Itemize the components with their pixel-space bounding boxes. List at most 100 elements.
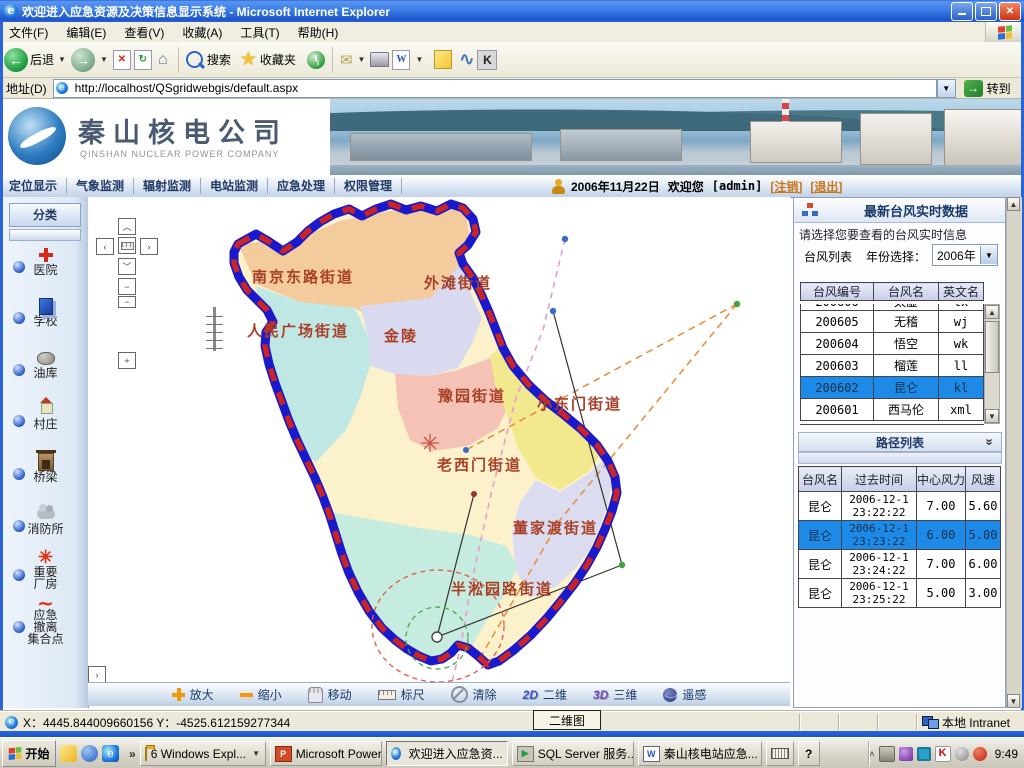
quicklaunch-outlook-icon[interactable] — [81, 745, 98, 762]
refresh-button[interactable]: ↻ — [134, 50, 152, 70]
mail-dropdown-icon[interactable]: ▼ — [358, 55, 366, 64]
typhoon-row[interactable]: 200605 无稽 wj — [801, 311, 984, 333]
start-button[interactable]: 开始 — [2, 740, 56, 767]
capture-tool-button[interactable]: ∿ — [459, 49, 474, 70]
typhoon-table-scrollbar[interactable]: ▲ ▼ — [984, 304, 1000, 424]
typhoon-row[interactable]: 200604 悟空 wk — [801, 333, 984, 355]
tab-locate[interactable]: 定位显示 — [0, 178, 67, 194]
pan-left-button[interactable]: ‹ — [96, 238, 114, 255]
view-2d-tool[interactable]: 2D二维 — [523, 686, 567, 703]
path-list-header[interactable]: 路径列表 » — [798, 432, 1002, 452]
zoom-slider-handle[interactable]: − — [118, 296, 136, 308]
page-scrollbar[interactable]: ▲ ▼ — [1006, 197, 1022, 708]
history-button[interactable] — [307, 51, 325, 69]
sidebar-item-bridge[interactable]: 桥梁 — [3, 453, 88, 483]
task-sql-server[interactable]: ▶ SQL Server 服务... — [512, 741, 634, 766]
zoom-out-tool[interactable]: 缩小 — [240, 686, 282, 703]
word-dropdown-icon[interactable]: ▼ — [415, 55, 423, 64]
back-button[interactable]: ← 后退 ▼ — [4, 48, 68, 72]
scroll-thumb[interactable] — [985, 321, 999, 373]
forward-dropdown-icon[interactable]: ▼ — [100, 55, 108, 64]
task-powerpoint[interactable]: P Microsoft PowerP... — [270, 741, 382, 766]
logout-link[interactable]: [注销] — [770, 178, 802, 195]
quicklaunch-pencil-icon[interactable] — [60, 745, 77, 762]
path-row[interactable]: 昆仑2006-12-1 23:24:22 7.006.00 — [799, 550, 1001, 579]
tray-antivirus-icon[interactable]: K — [935, 746, 951, 762]
home-button[interactable]: ⌂ — [155, 51, 171, 69]
pan-tool[interactable]: 移动 — [308, 686, 352, 703]
tray-volume-icon[interactable] — [955, 747, 969, 761]
page-scroll-down-icon[interactable]: ▼ — [1007, 694, 1020, 708]
map-viewport[interactable]: 南京东路街道 外滩街道 人民广场街道 金陵 豫园街道 小东门街道 老西门街道 董… — [88, 197, 790, 682]
zoom-in-tool[interactable]: 放大 — [172, 686, 214, 703]
tray-ati-icon[interactable] — [973, 747, 987, 761]
search-button[interactable]: 搜索 — [186, 51, 231, 68]
go-label[interactable]: 转到 — [987, 80, 1011, 97]
zoom-out-step-button[interactable]: − — [118, 278, 136, 295]
quicklaunch-overflow-icon[interactable]: » — [129, 747, 136, 761]
menu-help[interactable]: 帮助(H) — [289, 24, 348, 41]
pan-down-button[interactable]: ﹀ — [118, 258, 136, 275]
year-select[interactable]: 2006年 ▼ — [932, 244, 998, 266]
k-tool-button[interactable]: K — [477, 50, 497, 70]
menu-edit[interactable]: 编辑(E) — [57, 24, 115, 41]
sidebar-item-evacuation-point[interactable]: ∼ 应急 撤离 集合点 — [3, 597, 88, 645]
forward-button[interactable]: → — [71, 48, 95, 72]
year-dropdown-icon[interactable]: ▼ — [980, 246, 997, 264]
typhoon-row[interactable]: 200603 榴莲 ll — [801, 355, 984, 377]
ruler-tool[interactable]: 标尺 — [378, 686, 425, 703]
tab-permission[interactable]: 权限管理 — [335, 178, 402, 194]
pan-right-button[interactable]: › — [140, 238, 158, 255]
sidebar-expand-button[interactable]: › — [88, 666, 106, 682]
tray-grid-icon[interactable] — [917, 747, 931, 761]
restore-button[interactable] — [975, 2, 997, 21]
address-dropdown-button[interactable]: ▼ — [937, 79, 956, 98]
collapse-chevron-icon[interactable]: » — [984, 438, 994, 445]
back-dropdown-icon[interactable]: ▼ — [58, 55, 66, 64]
zoom-in-step-button[interactable]: + — [118, 352, 136, 369]
map-center-button[interactable] — [118, 237, 136, 254]
path-row[interactable]: 昆仑2006-12-1 23:22:22 7.005.60 — [799, 492, 1001, 521]
tray-chevron-icon[interactable]: ˄ — [869, 749, 874, 759]
quicklaunch-ie-icon[interactable]: e — [102, 745, 119, 762]
sidebar-item-hospital[interactable]: 医院 — [3, 246, 88, 276]
stop-button[interactable]: ✕ — [113, 50, 131, 70]
sidebar-item-oil-depot[interactable]: 油库 — [3, 349, 88, 379]
page-scroll-up-icon[interactable]: ▲ — [1007, 197, 1020, 211]
tray-sql-icon[interactable] — [879, 746, 895, 762]
typhoon-row[interactable]: 200601 西马伦 xml — [801, 399, 984, 421]
tab-emergency[interactable]: 应急处理 — [268, 178, 335, 194]
note-button[interactable] — [434, 50, 452, 69]
tab-radiation[interactable]: 辐射监测 — [134, 178, 201, 194]
minimize-button[interactable] — [951, 2, 973, 21]
input-method-button[interactable] — [766, 741, 794, 766]
scroll-up-icon[interactable]: ▲ — [985, 305, 999, 319]
menu-favorites[interactable]: 收藏(A) — [173, 24, 231, 41]
path-row[interactable]: 昆仑2006-12-1 23:25:22 5.003.00 — [799, 579, 1001, 608]
menu-file[interactable]: 文件(F) — [0, 24, 57, 41]
address-input[interactable]: e http://localhost/QSgridwebgis/default.… — [53, 79, 937, 98]
task-windows-explorer-group[interactable]: 6 Windows Expl... ▼ — [140, 741, 266, 766]
menu-tools[interactable]: 工具(T) — [231, 24, 288, 41]
pan-up-button[interactable]: ︿ — [118, 218, 136, 235]
close-button[interactable]: ✕ — [999, 2, 1021, 21]
typhoon-row-selected[interactable]: 200602 昆仑 kl — [801, 377, 984, 399]
tab-weather[interactable]: 气象监测 — [67, 178, 134, 194]
go-button[interactable]: → — [964, 80, 983, 97]
sidebar-item-important-plant[interactable]: ✳ 重要 厂房 — [3, 548, 88, 590]
clock[interactable]: 9:49 — [995, 747, 1018, 761]
sidebar-item-school[interactable]: 学校 — [3, 297, 88, 327]
path-row-selected[interactable]: 昆仑2006-12-1 23:23:22 6.005.00 — [799, 521, 1001, 550]
sidebar-header[interactable]: 分类 — [9, 203, 81, 227]
exit-link[interactable]: [退出] — [810, 178, 842, 195]
clear-tool[interactable]: 清除 — [451, 686, 497, 703]
menu-view[interactable]: 查看(V) — [115, 24, 173, 41]
scroll-down-icon[interactable]: ▼ — [985, 409, 999, 423]
task-ie-emergency-system[interactable]: e 欢迎进入应急资... — [386, 741, 508, 766]
word-edit-button[interactable]: W — [392, 50, 410, 70]
ime-help-button[interactable]: ? — [798, 741, 820, 766]
sidebar-item-fire-station[interactable]: 消防所 — [3, 505, 88, 535]
view-3d-tool[interactable]: 3D三维 — [593, 686, 637, 703]
tray-messenger-icon[interactable] — [899, 747, 913, 761]
print-button[interactable] — [370, 52, 389, 67]
